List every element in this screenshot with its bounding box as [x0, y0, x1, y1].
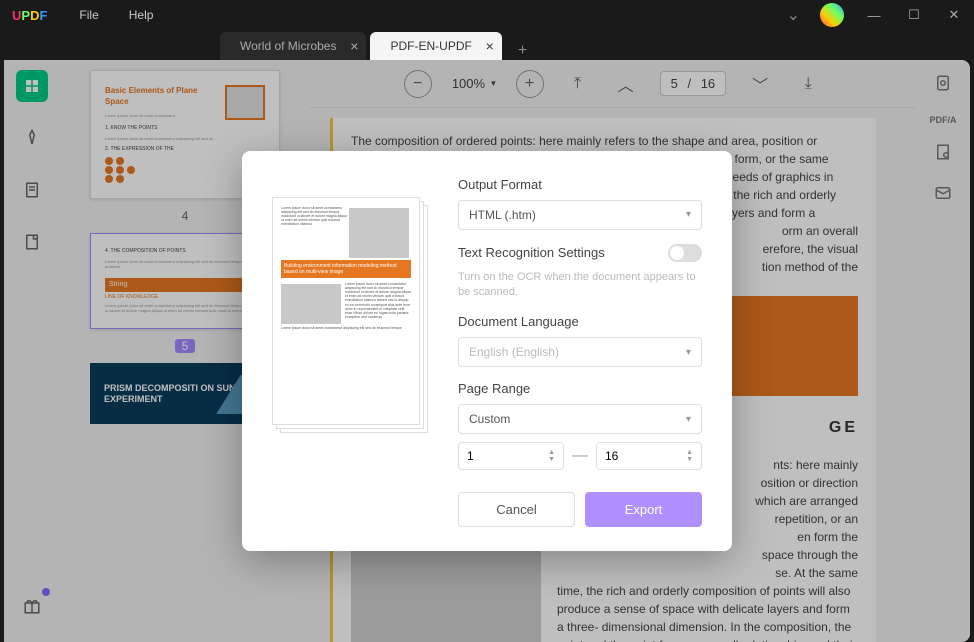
- export-dialog: Lorem ipsum dolor sit amet consectetur a…: [242, 151, 732, 552]
- range-to-input[interactable]: 16 ▲▼: [596, 442, 702, 470]
- page-range-select[interactable]: Custom▾: [458, 404, 702, 434]
- tab-label: PDF-EN-UPDF: [390, 39, 471, 53]
- output-format-label: Output Format: [458, 177, 702, 192]
- tab-inactive[interactable]: World of Microbes ×: [220, 32, 366, 60]
- maximize-button[interactable]: ☐: [894, 0, 934, 30]
- range-from-input[interactable]: 1 ▲▼: [458, 442, 564, 470]
- tab-label: World of Microbes: [240, 39, 336, 53]
- ocr-toggle[interactable]: [668, 244, 702, 262]
- minimize-button[interactable]: —: [854, 0, 894, 30]
- close-icon[interactable]: ×: [350, 38, 358, 54]
- export-button[interactable]: Export: [585, 492, 702, 527]
- dropdown-icon[interactable]: ⌄: [787, 5, 800, 25]
- modal-overlay: Lorem ipsum dolor sit amet consectetur a…: [4, 60, 970, 642]
- output-format-select[interactable]: HTML (.htm)▾: [458, 200, 702, 230]
- page-range-label: Page Range: [458, 381, 702, 396]
- tab-active[interactable]: PDF-EN-UPDF ×: [370, 32, 501, 60]
- page-preview: Lorem ipsum dolor sit amet consectetur a…: [272, 197, 428, 528]
- language-select[interactable]: English (English)▾: [458, 337, 702, 367]
- menu-file[interactable]: File: [79, 8, 98, 22]
- app-logo: UPDF: [0, 8, 59, 23]
- add-tab-button[interactable]: +: [506, 42, 539, 60]
- close-button[interactable]: ✕: [934, 0, 974, 30]
- range-separator: —: [572, 447, 588, 465]
- menu-help[interactable]: Help: [129, 8, 154, 22]
- close-icon[interactable]: ×: [486, 38, 494, 54]
- ai-icon[interactable]: [820, 3, 844, 27]
- cancel-button[interactable]: Cancel: [458, 492, 575, 527]
- ocr-label: Text Recognition Settings: [458, 245, 605, 260]
- ocr-hint: Turn on the OCR when the document appear…: [458, 270, 702, 301]
- language-label: Document Language: [458, 314, 702, 329]
